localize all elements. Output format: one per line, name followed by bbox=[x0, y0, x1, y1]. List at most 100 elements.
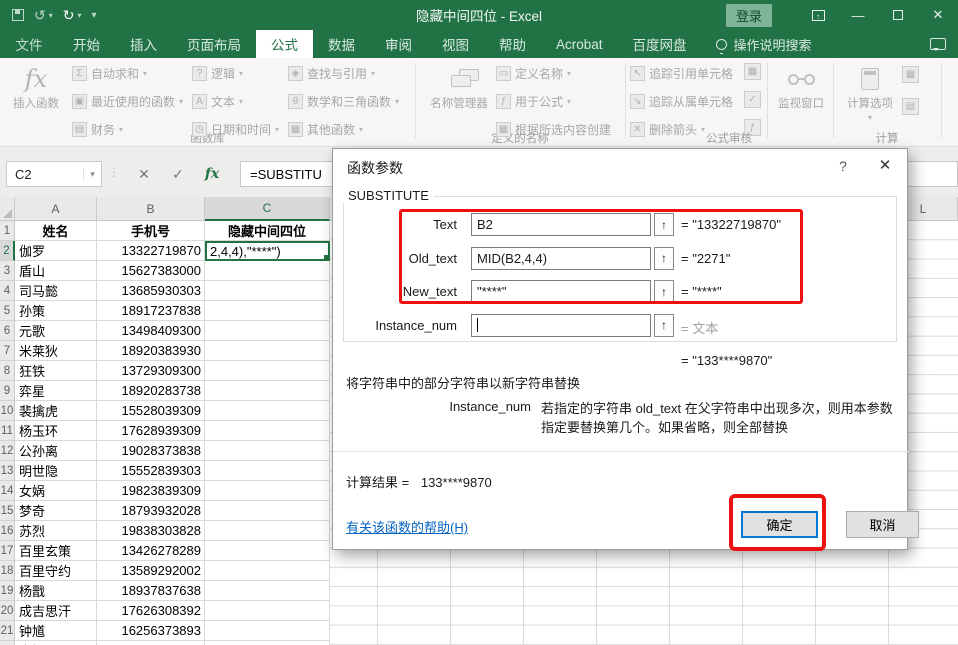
ribbon-item-create-from-selection[interactable]: ▦根据所选内容创建 bbox=[496, 119, 624, 140]
tab-视图[interactable]: 视图 bbox=[427, 30, 484, 58]
row-header-7[interactable]: 7 bbox=[0, 341, 15, 361]
function-help-link[interactable]: 有关该函数的帮助(H) bbox=[346, 517, 468, 536]
ribbon-item-text-functions[interactable]: A文本▾ bbox=[192, 91, 292, 112]
close-button[interactable]: ✕ bbox=[918, 0, 958, 30]
collapse-dialog-button[interactable]: ↑ bbox=[654, 247, 674, 270]
select-all-corner[interactable] bbox=[0, 197, 15, 221]
row-header-14[interactable]: 14 bbox=[0, 481, 15, 501]
row-header-17[interactable]: 17 bbox=[0, 541, 15, 561]
cell-phone[interactable]: 13498409300 bbox=[97, 321, 205, 341]
active-cell-C2[interactable]: 2,4,4),"****") bbox=[205, 241, 330, 261]
cell-masked[interactable] bbox=[205, 541, 330, 561]
row-header-21[interactable]: 21 bbox=[0, 621, 15, 641]
tab-百度网盘[interactable]: 百度网盘 bbox=[618, 30, 702, 58]
cell-masked[interactable] bbox=[205, 521, 330, 541]
maximize-button[interactable] bbox=[878, 0, 918, 30]
ribbon-item-trace-dependents[interactable]: ↘追踪从属单元格 bbox=[630, 91, 742, 112]
cell-phone[interactable]: 19028373838 bbox=[97, 441, 205, 461]
cell-name[interactable]: 苏烈 bbox=[15, 521, 97, 541]
row-header-4[interactable]: 4 bbox=[0, 281, 15, 301]
ok-button[interactable]: 确定 bbox=[741, 511, 818, 538]
row-header-16[interactable]: 16 bbox=[0, 521, 15, 541]
param-input-old_text[interactable]: MID(B2,4,4) bbox=[471, 247, 651, 270]
cell-masked[interactable] bbox=[205, 461, 330, 481]
cell-phone[interactable]: 13685930303 bbox=[97, 281, 205, 301]
cell-masked[interactable] bbox=[205, 381, 330, 401]
tell-me-search[interactable]: 操作说明搜索 bbox=[702, 30, 826, 58]
cell-name[interactable]: 米莱狄 bbox=[15, 341, 97, 361]
cell-name[interactable]: 女娲 bbox=[15, 481, 97, 501]
cell-masked[interactable] bbox=[205, 601, 330, 621]
cell-masked[interactable] bbox=[205, 621, 330, 641]
param-input-instance_num[interactable] bbox=[471, 314, 651, 337]
column-header-B[interactable]: B bbox=[97, 197, 205, 221]
cell-masked[interactable] bbox=[205, 501, 330, 521]
cell-phone[interactable]: 18920383930 bbox=[97, 341, 205, 361]
ribbon-item-use-in-formula[interactable]: ƒ用于公式▾ bbox=[496, 91, 624, 112]
collapse-dialog-button[interactable]: ↑ bbox=[654, 280, 674, 303]
row-header-19[interactable]: 19 bbox=[0, 581, 15, 601]
cell-phone[interactable]: 13589292002 bbox=[97, 561, 205, 581]
row-header-6[interactable]: 6 bbox=[0, 321, 15, 341]
cell-name[interactable]: 盾山 bbox=[15, 261, 97, 281]
row-header-1[interactable]: 1 bbox=[0, 221, 15, 241]
cell-masked[interactable] bbox=[205, 401, 330, 421]
cell-name[interactable]: 明世隐 bbox=[15, 461, 97, 481]
show-formulas-icon[interactable]: ▦ bbox=[744, 63, 761, 80]
cell-phone[interactable]: 19823839309 bbox=[97, 481, 205, 501]
dialog-close-icon[interactable]: ✕ bbox=[871, 156, 899, 174]
row-header-12[interactable]: 12 bbox=[0, 441, 15, 461]
cell-name[interactable]: 伽罗 bbox=[15, 241, 97, 261]
param-input-new_text[interactable]: "****" bbox=[471, 280, 651, 303]
save-icon[interactable] bbox=[12, 9, 24, 21]
collapse-dialog-button[interactable]: ↑ bbox=[654, 314, 674, 337]
cell-phone[interactable]: 16256373893 bbox=[97, 621, 205, 641]
ribbon-item-logical[interactable]: ?逻辑▾ bbox=[192, 63, 292, 84]
row-header-15[interactable]: 15 bbox=[0, 501, 15, 521]
cell-masked[interactable] bbox=[205, 301, 330, 321]
cell-name[interactable]: 成吉思汗 bbox=[15, 601, 97, 621]
cell-phone[interactable]: 13729309300 bbox=[97, 361, 205, 381]
cell-name[interactable]: 梦奇 bbox=[15, 501, 97, 521]
row-header-5[interactable]: 5 bbox=[0, 301, 15, 321]
column-header-A[interactable]: A bbox=[15, 197, 97, 221]
cell-name[interactable]: 杨戬 bbox=[15, 581, 97, 601]
tab-审阅[interactable]: 审阅 bbox=[370, 30, 427, 58]
ribbon-item-autosum[interactable]: Σ自动求和▾ bbox=[72, 63, 190, 84]
tab-公式[interactable]: 公式 bbox=[256, 30, 313, 58]
tab-页面布局[interactable]: 页面布局 bbox=[172, 30, 256, 58]
tab-插入[interactable]: 插入 bbox=[115, 30, 172, 58]
row-header-8[interactable]: 8 bbox=[0, 361, 15, 381]
ribbon-item-date-time[interactable]: ◷日期和时间▾ bbox=[192, 119, 292, 140]
insert-function-button[interactable]: fx 插入函数 bbox=[8, 62, 64, 111]
cell-masked[interactable] bbox=[205, 441, 330, 461]
ribbon-item-trace-precedents[interactable]: ↖追踪引用单元格 bbox=[630, 63, 742, 84]
cell-masked[interactable] bbox=[205, 421, 330, 441]
cell-masked[interactable] bbox=[205, 561, 330, 581]
row-header-13[interactable]: 13 bbox=[0, 461, 15, 481]
cell-phone[interactable]: 15627383000 bbox=[97, 261, 205, 281]
name-manager-button[interactable]: 名称管理器 bbox=[428, 62, 490, 111]
calculation-options-button[interactable]: 计算选项 ▾ bbox=[843, 62, 897, 124]
ribbon-item-lookup-reference[interactable]: ◈查找与引用▾ bbox=[288, 63, 414, 84]
param-input-text[interactable]: B2 bbox=[471, 213, 651, 236]
ribbon-item-remove-arrows[interactable]: ✕删除箭头▾ bbox=[630, 119, 742, 140]
cell-name[interactable]: 孙策 bbox=[15, 301, 97, 321]
column-header-C[interactable]: C bbox=[205, 197, 330, 221]
cell-phone[interactable]: 18920283738 bbox=[97, 381, 205, 401]
dialog-help-icon[interactable]: ? bbox=[831, 158, 855, 174]
cell-name[interactable]: 钟馗 bbox=[15, 621, 97, 641]
tab-开始[interactable]: 开始 bbox=[58, 30, 115, 58]
insert-function-fx-icon[interactable]: fx bbox=[200, 163, 224, 185]
login-button[interactable]: 登录 bbox=[726, 4, 772, 27]
cell-phone[interactable]: 17626308392 bbox=[97, 601, 205, 621]
ribbon-item-math-trig[interactable]: θ数学和三角函数▾ bbox=[288, 91, 414, 112]
cell-name[interactable]: 狂铁 bbox=[15, 361, 97, 381]
cell-name[interactable]: 百里守约 bbox=[15, 561, 97, 581]
cell-name[interactable]: 元歌 bbox=[15, 321, 97, 341]
cell-phone[interactable]: 18793932028 bbox=[97, 501, 205, 521]
cell-name[interactable]: 虞姬 bbox=[15, 641, 97, 645]
ribbon-display-options-icon[interactable]: ↑ bbox=[798, 0, 838, 30]
cell-name[interactable]: 杨玉环 bbox=[15, 421, 97, 441]
name-box-dropdown-icon[interactable]: ▾ bbox=[83, 169, 101, 180]
